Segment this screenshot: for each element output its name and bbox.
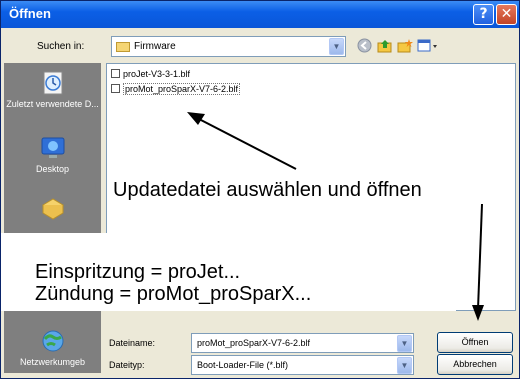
annotation-arrows [187,112,484,321]
arrow-to-open [477,203,483,310]
arrow-to-open-head [472,305,484,321]
arrow-to-file [198,118,297,170]
arrow-to-file-head [187,112,205,125]
open-dialog: Öffnen ? ✕ Suchen in: Firmware ▼ Zuletzt… [0,0,520,379]
